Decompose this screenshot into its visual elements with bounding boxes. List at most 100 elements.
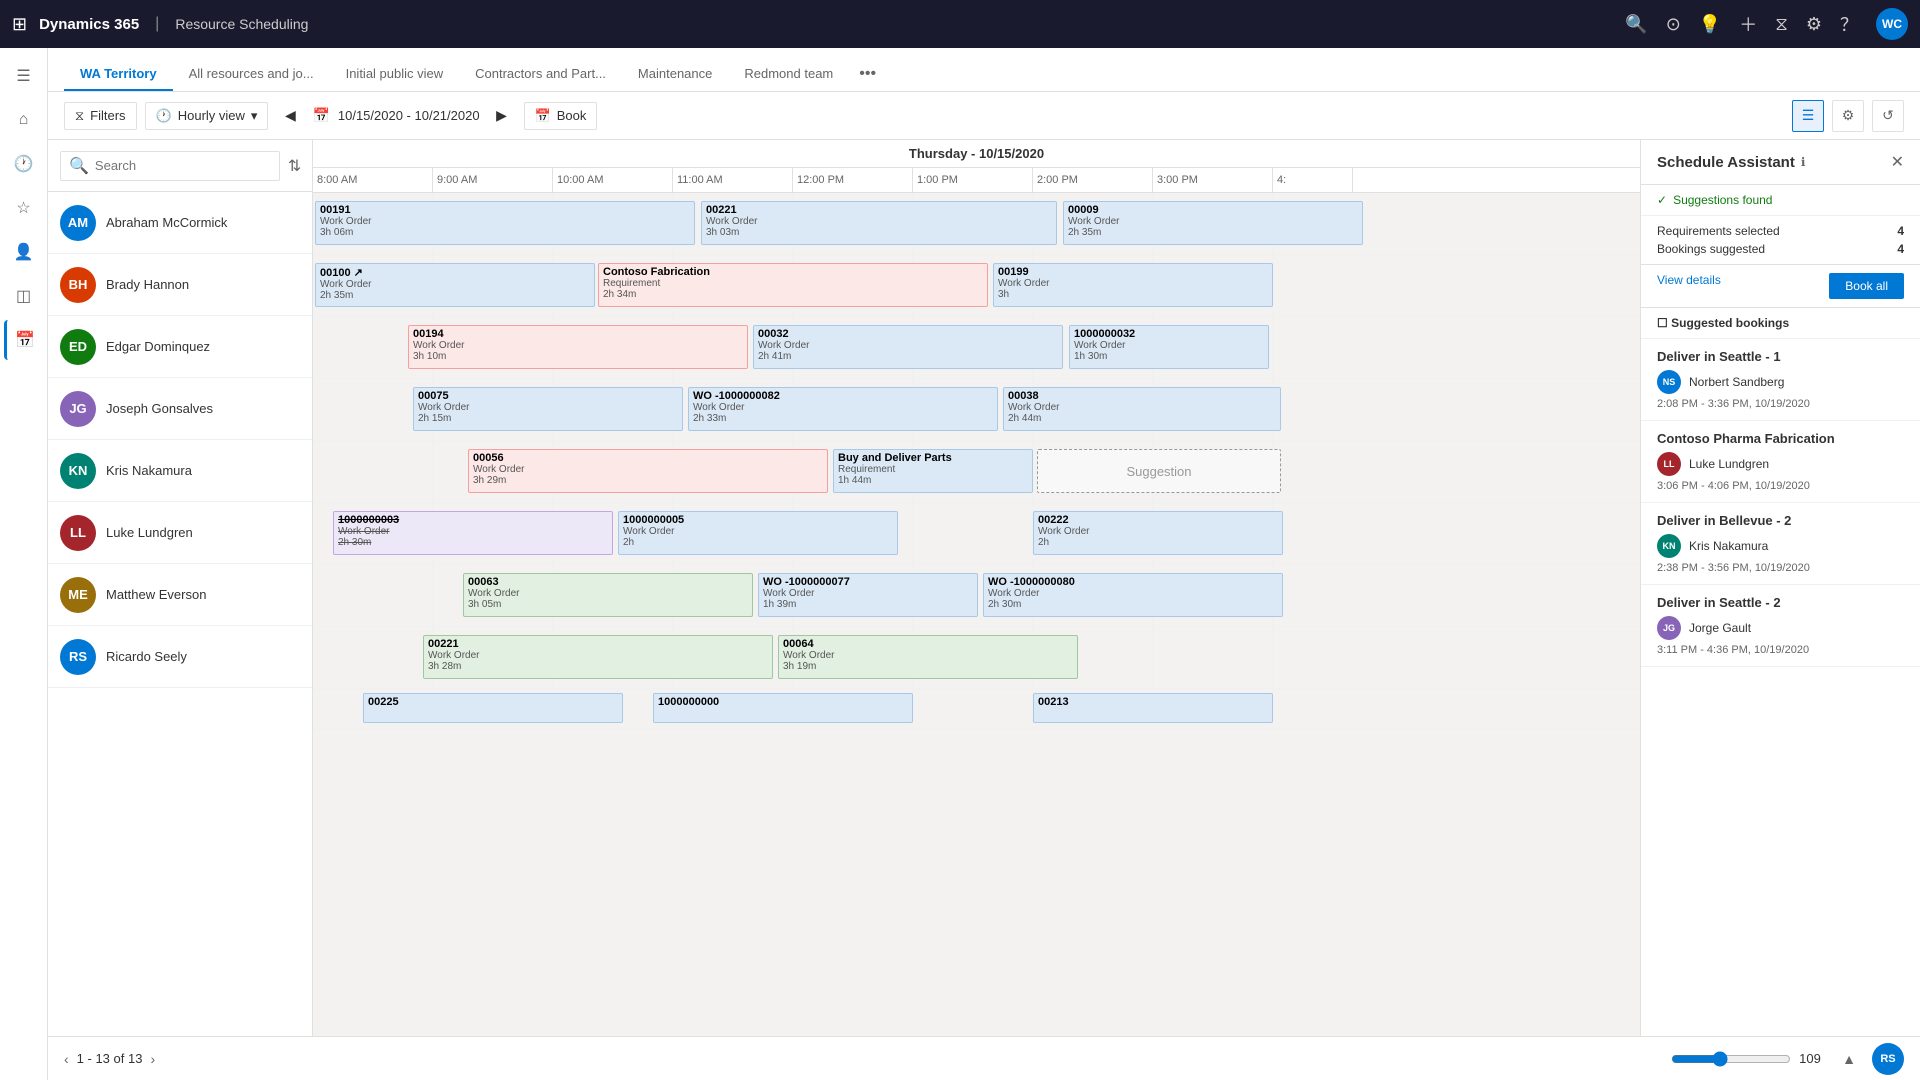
book-button[interactable]: 📅 Book	[524, 102, 598, 130]
resource-item[interactable]: RS Ricardo Seely	[48, 626, 312, 688]
tab-more-button[interactable]: •••	[849, 57, 886, 91]
brand-label: Dynamics 365	[39, 16, 139, 33]
tab-contractors[interactable]: Contractors and Part...	[459, 58, 622, 91]
sa-close-button[interactable]: ✕	[1891, 152, 1904, 172]
tab-initial-public-view[interactable]: Initial public view	[330, 58, 460, 91]
user-avatar[interactable]: WC	[1876, 8, 1908, 40]
resource-item[interactable]: ED Edgar Dominquez	[48, 316, 312, 378]
work-order-block[interactable]: 00199 Work Order 3h	[993, 263, 1273, 307]
hourly-view-button[interactable]: 🕐 Hourly view ▾	[145, 102, 269, 130]
booking-name: Deliver in Seattle - 1	[1657, 349, 1904, 364]
work-order-block[interactable]: 00222 Work Order 2h	[1033, 511, 1283, 555]
time-slot: 1:00 PM	[913, 168, 1033, 192]
work-order-block[interactable]: WO -1000000077 Work Order 1h 39m	[758, 573, 978, 617]
search-icon[interactable]: 🔍	[1625, 14, 1647, 35]
work-order-block[interactable]: 00213	[1033, 693, 1273, 723]
work-order-block[interactable]: 1000000000	[653, 693, 913, 723]
list-view-button[interactable]: ☰	[1792, 100, 1824, 132]
filter-icon[interactable]: ⧖	[1775, 14, 1788, 35]
filters-button[interactable]: ⧖ Filters	[64, 102, 137, 130]
lightbulb-icon[interactable]: 💡	[1699, 14, 1721, 35]
work-order-block[interactable]: 00038 Work Order 2h 44m	[1003, 387, 1281, 431]
resource-item[interactable]: BH Brady Hannon	[48, 254, 312, 316]
work-order-block[interactable]: 00225	[363, 693, 623, 723]
work-order-block[interactable]: 1000000003 Work Order 2h 30m	[333, 511, 613, 555]
sidebar-pin-icon[interactable]: ☆	[4, 188, 44, 228]
prev-date-button[interactable]: ◀	[276, 102, 304, 130]
refresh-button[interactable]: ↺	[1872, 100, 1904, 132]
work-order-block[interactable]: 00221 Work Order 3h 28m	[423, 635, 773, 679]
help-icon[interactable]: ？	[1840, 11, 1858, 37]
expand-button[interactable]: ▲	[1842, 1051, 1856, 1067]
bottom-bar: ‹ 1 - 13 of 13 › 109 ▲ RS	[48, 1036, 1920, 1080]
waffle-icon[interactable]: ⊞	[12, 14, 27, 35]
booking-time: 2:38 PM - 3:56 PM, 10/19/2020	[1657, 562, 1904, 574]
tab-maintenance[interactable]: Maintenance	[622, 58, 728, 91]
sort-button[interactable]: ⇅	[288, 152, 301, 180]
settings-icon[interactable]: ⚙	[1806, 14, 1822, 35]
sidebar-home-icon[interactable]: ⌂	[4, 100, 44, 140]
booking-name: Contoso Pharma Fabrication	[1657, 431, 1904, 446]
resource-item[interactable]: AM Abraham McCormick	[48, 192, 312, 254]
work-order-block[interactable]: Contoso Fabrication Requirement 2h 34m	[598, 263, 988, 307]
settings-view-button[interactable]: ⚙	[1832, 100, 1864, 132]
sidebar-menu-icon[interactable]: ☰	[4, 56, 44, 96]
work-order-block[interactable]: 00063 Work Order 3h 05m	[463, 573, 753, 617]
work-order-block[interactable]: 00056 Work Order 3h 29m	[468, 449, 828, 493]
work-order-block[interactable]: 00064 Work Order 3h 19m	[778, 635, 1078, 679]
sa-booking-item[interactable]: Deliver in Seattle - 1 NS Norbert Sandbe…	[1641, 339, 1920, 421]
next-date-button[interactable]: ▶	[488, 102, 516, 130]
next-page-button[interactable]: ›	[150, 1051, 155, 1067]
resource-item[interactable]: KN Kris Nakamura	[48, 440, 312, 502]
prev-page-button[interactable]: ‹	[64, 1051, 69, 1067]
booking-name: Deliver in Seattle - 2	[1657, 595, 1904, 610]
work-order-block[interactable]: 1000000005 Work Order 2h	[618, 511, 898, 555]
view-details-link[interactable]: View details	[1657, 273, 1821, 299]
sa-booking-item[interactable]: Deliver in Bellevue - 2 KN Kris Nakamura…	[1641, 503, 1920, 585]
work-order-block[interactable]: 00221 Work Order 3h 03m	[701, 201, 1057, 245]
sidebar-calendar-icon[interactable]: 📅	[4, 320, 44, 360]
work-order-block[interactable]: 00009 Work Order 2h 35m	[1063, 201, 1363, 245]
resource-name: Brady Hannon	[106, 277, 189, 292]
work-order-block[interactable]: 00032 Work Order 2h 41m	[753, 325, 1063, 369]
timeline-row-luke: 1000000003 Work Order 2h 30m 1000000005 …	[313, 503, 1640, 565]
booking-avatar: NS	[1657, 370, 1681, 394]
work-order-block[interactable]: 00100 ↗ Work Order 2h 35m	[315, 263, 595, 307]
resource-item[interactable]: JG Joseph Gonsalves	[48, 378, 312, 440]
check-icon: ✓	[1657, 193, 1667, 207]
search-box[interactable]: 🔍	[60, 151, 280, 181]
zoom-slider[interactable]	[1671, 1051, 1791, 1067]
suggestion-block[interactable]: Suggestion	[1037, 449, 1281, 493]
avatar: KN	[60, 453, 96, 489]
sidebar-recent-icon[interactable]: 🕐	[4, 144, 44, 184]
schedule-area: 🔍 ⇅ AM Abraham McCormick BH Brady Hannon…	[48, 140, 1920, 1036]
sa-booking-item[interactable]: Deliver in Seattle - 2 JG Jorge Gault 3:…	[1641, 585, 1920, 667]
work-order-block[interactable]: 00075 Work Order 2h 15m	[413, 387, 683, 431]
top-nav-right: 🔍 ⊙ 💡 ＋ ⧖ ⚙ ？ WC	[1625, 8, 1908, 40]
resource-item[interactable]: LL Luke Lundgren	[48, 502, 312, 564]
tab-bar: WA Territory All resources and jo... Ini…	[48, 48, 1920, 92]
sa-status: ✓ Suggestions found	[1641, 185, 1920, 216]
work-order-block[interactable]: Buy and Deliver Parts Requirement 1h 44m	[833, 449, 1033, 493]
tab-all-resources[interactable]: All resources and jo...	[173, 58, 330, 91]
resource-item[interactable]: ME Matthew Everson	[48, 564, 312, 626]
sa-booking-item[interactable]: Contoso Pharma Fabrication LL Luke Lundg…	[1641, 421, 1920, 503]
sa-section-title: ☐ Suggested bookings	[1641, 308, 1920, 339]
work-order-block[interactable]: 00194 Work Order 3h 10m	[408, 325, 748, 369]
work-order-block[interactable]: 1000000032 Work Order 1h 30m	[1069, 325, 1269, 369]
search-input[interactable]	[95, 158, 271, 173]
work-order-block[interactable]: 00191 Work Order 3h 06m	[315, 201, 695, 245]
clock-icon: 🕐	[156, 108, 172, 124]
info-icon: ℹ	[1801, 155, 1806, 169]
book-all-button[interactable]: Book all	[1829, 273, 1904, 299]
sidebar-board-icon[interactable]: ◫	[4, 276, 44, 316]
left-sidebar: ☰ ⌂ 🕐 ☆ 👤 ◫ 📅	[0, 48, 48, 1080]
tab-redmond-team[interactable]: Redmond team	[728, 58, 849, 91]
sidebar-people-icon[interactable]: 👤	[4, 232, 44, 272]
resource-list-header: 🔍 ⇅	[48, 140, 312, 192]
plus-icon[interactable]: ＋	[1739, 11, 1757, 37]
target-icon[interactable]: ⊙	[1666, 14, 1681, 35]
tab-wa-territory[interactable]: WA Territory	[64, 58, 173, 91]
work-order-block[interactable]: WO -1000000080 Work Order 2h 30m	[983, 573, 1283, 617]
work-order-block[interactable]: WO -1000000082 Work Order 2h 33m	[688, 387, 998, 431]
